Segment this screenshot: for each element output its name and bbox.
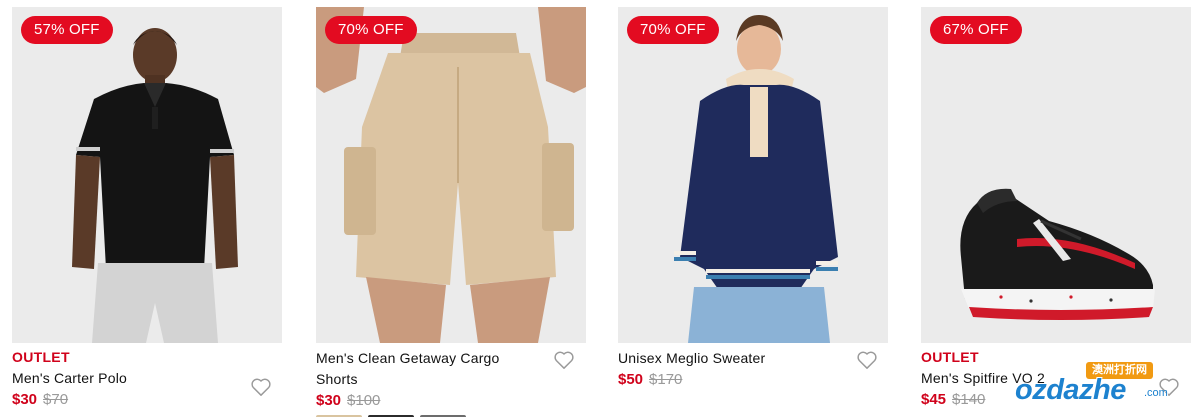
outlet-label: OUTLET — [12, 349, 70, 365]
discount-badge: 70% OFF — [325, 16, 417, 44]
polo-shirt-model-photo — [12, 7, 282, 343]
wishlist-button[interactable] — [856, 350, 878, 370]
discount-badge: 67% OFF — [930, 16, 1022, 44]
sale-price: $50 — [618, 371, 644, 388]
sale-price: $45 — [921, 391, 947, 408]
product-info: OUTLET Men's Carter Polo $30 $70 — [12, 347, 282, 408]
discount-badge: 70% OFF — [627, 16, 719, 44]
product-card[interactable]: 67% OFF OUTLET Men's Spitfire VO 2 $45 $… — [921, 7, 1191, 417]
cargo-shorts-model-photo — [316, 7, 586, 343]
product-card[interactable]: 70% OFF Men's Clean Getaway Cargo Shorts… — [316, 7, 586, 417]
sale-price: $30 — [12, 391, 38, 408]
site-watermark: 澳洲打折网 ozdazhe .com — [1013, 362, 1195, 417]
watermark-suffix: .com — [1144, 387, 1168, 399]
hooded-sweater-model-photo — [618, 7, 888, 343]
watermark-brand: ozdazhe — [1015, 374, 1126, 406]
product-image-sweater[interactable]: 70% OFF — [618, 7, 888, 343]
heart-icon — [857, 351, 877, 369]
price-row: $50 $170 — [618, 371, 888, 388]
basketball-sneaker-photo — [921, 7, 1191, 343]
wishlist-button[interactable] — [553, 350, 575, 370]
price-row: $30 $100 — [316, 392, 586, 409]
price-row: $30 $70 — [12, 391, 282, 408]
heart-icon — [554, 351, 574, 369]
heart-icon — [251, 378, 271, 396]
original-price: $70 — [43, 391, 69, 408]
product-image-polo[interactable]: 57% OFF — [12, 7, 282, 343]
original-price: $100 — [347, 392, 381, 409]
product-image-shorts[interactable]: 70% OFF — [316, 7, 586, 343]
product-name[interactable]: Men's Clean Getaway Cargo Shorts — [316, 348, 541, 390]
product-name[interactable]: Unisex Meglio Sweater — [618, 348, 843, 369]
product-info: Men's Clean Getaway Cargo Shorts $30 $10… — [316, 348, 586, 409]
product-info: Unisex Meglio Sweater $50 $170 — [618, 348, 888, 388]
sale-price: $30 — [316, 392, 342, 409]
product-card[interactable]: 57% OFF OUTLET Men's Carter Polo $30 $70 — [12, 7, 282, 417]
original-price: $140 — [952, 391, 986, 408]
product-card[interactable]: 70% OFF Unisex Meglio Sweater $50 $170 — [618, 7, 888, 417]
discount-badge: 57% OFF — [21, 16, 113, 44]
wishlist-button[interactable] — [250, 377, 272, 397]
original-price: $170 — [649, 371, 683, 388]
product-name[interactable]: Men's Carter Polo — [12, 368, 237, 389]
product-image-sneaker[interactable]: 67% OFF — [921, 7, 1191, 343]
